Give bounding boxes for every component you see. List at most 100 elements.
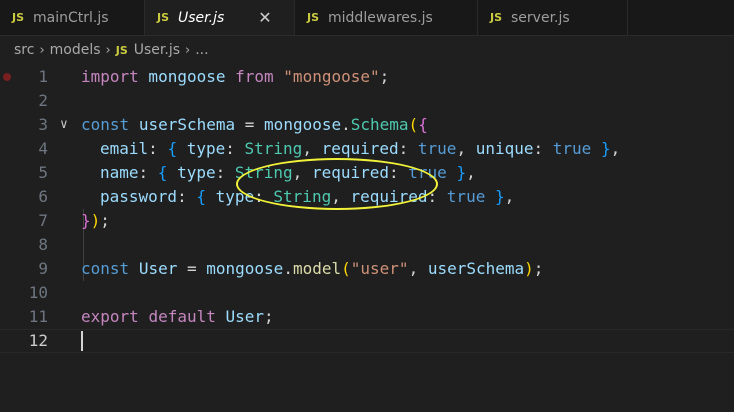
code-line: 6 password: { type: String, required: tr… bbox=[0, 185, 734, 209]
token: ) bbox=[90, 211, 101, 230]
token: ; bbox=[533, 259, 544, 278]
token: . bbox=[341, 115, 351, 134]
token: type bbox=[177, 163, 216, 182]
tab-middlewares[interactable]: JS middlewares.js bbox=[295, 0, 478, 35]
token: { bbox=[418, 115, 428, 134]
token: Schema bbox=[350, 115, 409, 134]
token: User bbox=[225, 307, 265, 326]
token: : bbox=[389, 163, 409, 182]
token: mongoose bbox=[264, 115, 342, 134]
breadcrumb-item-src[interactable]: src bbox=[14, 42, 34, 58]
tab-label: User.js bbox=[178, 9, 225, 26]
line-number: 4 bbox=[38, 139, 48, 158]
js-file-icon: JS bbox=[157, 11, 170, 24]
breadcrumb-item-file[interactable]: User.js bbox=[134, 42, 180, 58]
token: password bbox=[100, 187, 178, 206]
code-text: import mongoose from "mongoose"; bbox=[81, 65, 389, 89]
code-line: 9 const User = mongoose.model("user", us… bbox=[0, 257, 734, 281]
token: from bbox=[235, 67, 274, 86]
token: } bbox=[456, 163, 467, 182]
breadcrumb-item-symbol[interactable]: ... bbox=[195, 42, 208, 58]
token: ; bbox=[379, 67, 390, 86]
line-number: 2 bbox=[38, 91, 48, 110]
token: String bbox=[234, 163, 293, 182]
token: default bbox=[148, 307, 216, 326]
code-text: name: { type: String, required: true }, bbox=[100, 161, 476, 185]
token: } bbox=[81, 211, 91, 230]
chevron-right-icon: › bbox=[39, 42, 45, 58]
token: type bbox=[215, 187, 255, 206]
token: required bbox=[321, 139, 399, 158]
chevron-right-icon: › bbox=[185, 42, 191, 58]
token: ; bbox=[264, 307, 274, 326]
token: } bbox=[494, 187, 505, 206]
token: userSchema bbox=[427, 259, 525, 278]
token: const bbox=[81, 259, 130, 278]
tab-label: server.js bbox=[511, 9, 570, 26]
tab-mainctrl[interactable]: JS mainCtrl.js bbox=[0, 0, 145, 35]
tab-user[interactable]: JS User.js ✕ bbox=[145, 0, 295, 35]
code-text: }); bbox=[81, 209, 110, 233]
token: { bbox=[196, 187, 206, 206]
token: export bbox=[81, 307, 139, 326]
code-text: const userSchema = mongoose.Schema({ bbox=[81, 113, 428, 137]
token: true bbox=[552, 139, 592, 158]
code-text: const User = mongoose.model("user", user… bbox=[81, 257, 543, 281]
token: : bbox=[225, 139, 245, 158]
token: type bbox=[186, 139, 226, 158]
token: : bbox=[138, 163, 158, 182]
token: = bbox=[235, 115, 265, 134]
token: required bbox=[311, 163, 389, 182]
token: true bbox=[446, 187, 486, 206]
token: "mongoose" bbox=[283, 67, 380, 86]
token: name bbox=[100, 163, 139, 182]
token: User bbox=[138, 259, 178, 278]
token: : bbox=[533, 139, 553, 158]
js-file-icon: JS bbox=[115, 43, 128, 57]
token: , bbox=[504, 187, 515, 206]
token: = bbox=[177, 259, 207, 278]
line-number: 12 bbox=[28, 331, 48, 350]
tab-label: middlewares.js bbox=[328, 9, 433, 26]
token: : bbox=[215, 163, 235, 182]
code-editor[interactable]: 1 import mongoose from "mongoose"; 2 3 ∨… bbox=[0, 65, 734, 412]
line-number: 8 bbox=[38, 235, 48, 254]
token: ( bbox=[341, 259, 351, 278]
token: , bbox=[408, 259, 428, 278]
line-number: 5 bbox=[38, 163, 48, 182]
breadcrumb-item-models[interactable]: models bbox=[50, 42, 101, 58]
token: unique bbox=[475, 139, 534, 158]
token: , bbox=[331, 187, 351, 206]
token: . bbox=[283, 259, 293, 278]
token: userSchema bbox=[138, 115, 236, 134]
line-number: 1 bbox=[38, 67, 48, 86]
token: , bbox=[466, 163, 476, 182]
token: : bbox=[427, 187, 447, 206]
editor-tab-bar: JS mainCtrl.js JS User.js ✕ JS middlewar… bbox=[0, 0, 734, 36]
token: model bbox=[292, 259, 342, 278]
token: } bbox=[600, 139, 611, 158]
code-line: 5 name: { type: String, required: true }… bbox=[0, 161, 734, 185]
line-number: 7 bbox=[38, 211, 48, 230]
line-number: 11 bbox=[28, 307, 48, 326]
token: email bbox=[100, 139, 149, 158]
close-icon[interactable]: ✕ bbox=[258, 8, 271, 27]
token: : bbox=[177, 187, 197, 206]
code-line: 12 bbox=[0, 329, 734, 353]
text-cursor bbox=[81, 331, 83, 351]
token: : bbox=[398, 139, 418, 158]
line-number: 10 bbox=[28, 283, 48, 302]
tab-server[interactable]: JS server.js bbox=[478, 0, 628, 35]
code-line: 7 }); bbox=[0, 209, 734, 233]
fold-chevron-icon[interactable]: ∨ bbox=[60, 113, 68, 137]
token: , bbox=[292, 163, 312, 182]
token: true bbox=[417, 139, 457, 158]
line-number: 3 bbox=[38, 115, 48, 134]
token: String bbox=[244, 139, 303, 158]
